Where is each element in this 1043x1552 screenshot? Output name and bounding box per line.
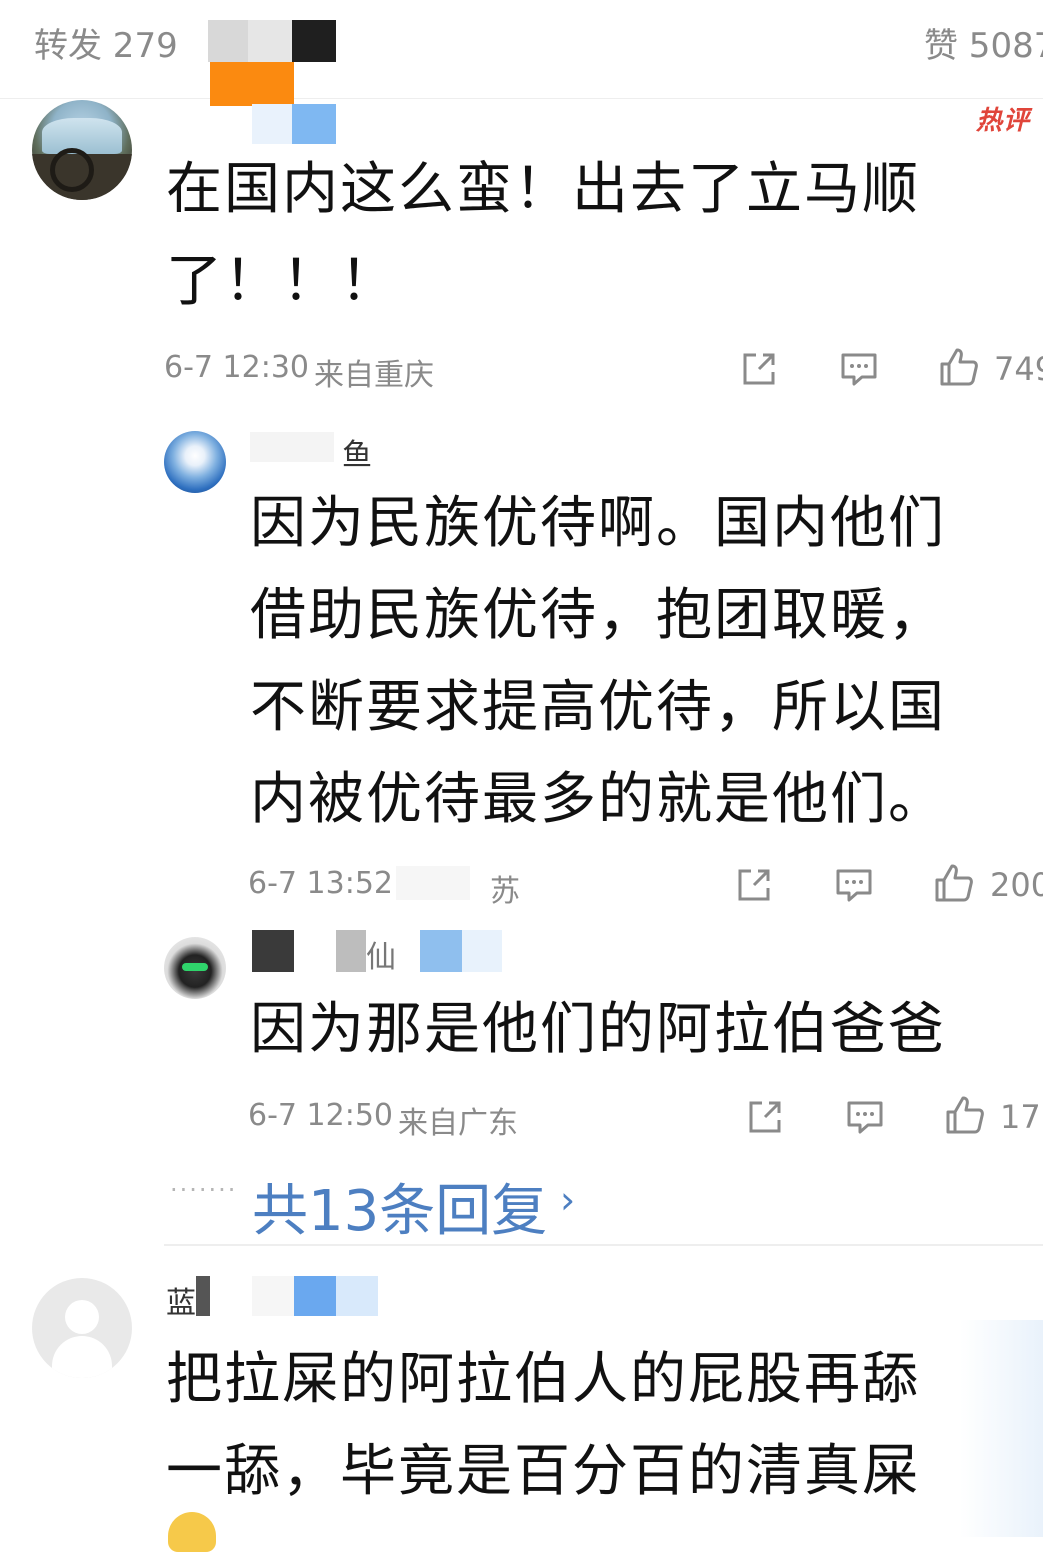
censored-block — [248, 20, 292, 62]
comment-text-line: 不断要求提高优待，所以国 — [250, 675, 946, 740]
censored-block — [396, 866, 470, 900]
comment-location: 苏 — [490, 874, 520, 909]
stats-bar: 转发 279 赞 5087 — [0, 0, 1043, 106]
thumbs-up-icon[interactable] — [944, 1094, 986, 1136]
avatar[interactable] — [32, 1278, 132, 1378]
censored-block — [252, 930, 294, 972]
username[interactable]: 仙 — [366, 932, 396, 976]
comment-time: 6-7 12:30 — [164, 350, 309, 385]
chevron-right-icon[interactable]: › — [560, 1178, 575, 1222]
censored-block — [252, 104, 292, 144]
comment-text-line: 借助民族优待，抱团取暖， — [250, 583, 946, 648]
comment-text-line: 把拉屎的阿拉伯人的屁股再舔 — [166, 1347, 920, 1412]
like-total[interactable]: 赞 5087 — [924, 18, 1043, 67]
comment-text-line: 在国内这么蛮！出去了立马顺 — [166, 157, 920, 222]
share-icon[interactable] — [740, 350, 778, 388]
comment-text-line: 了！！！ — [166, 249, 398, 314]
comment-text-line: 一舔，毕竟是百分百的清真屎 — [166, 1439, 920, 1504]
censored-block — [294, 1276, 336, 1316]
censored-block — [208, 20, 248, 62]
censored-block — [462, 930, 502, 972]
like-count: 176 — [1000, 1098, 1043, 1136]
avatar-body-silhouette — [52, 1336, 112, 1378]
username[interactable]: 蓝 — [166, 1278, 196, 1322]
share-icon[interactable] — [746, 1098, 784, 1136]
comment-location: 来自广东 — [398, 1106, 518, 1141]
comment-icon[interactable] — [840, 350, 878, 388]
censored-block — [252, 1276, 294, 1316]
comment-location: 来自重庆 — [314, 358, 434, 393]
comment-text-line: 因为民族优待啊。国内他们 — [250, 491, 946, 556]
thread-dots: ······· — [170, 1176, 238, 1204]
username[interactable]: 鱼 — [342, 430, 372, 474]
censored-block — [420, 930, 462, 972]
comment-time: 6-7 13:52 — [248, 866, 393, 901]
comment-text-line: 因为那是他们的阿拉伯爸爸 — [250, 997, 946, 1062]
censored-block — [196, 1276, 210, 1316]
like-count: 749 — [994, 350, 1043, 388]
comment-text-line: 内被优待最多的就是他们。 — [250, 767, 946, 832]
comment-highlight — [960, 1320, 1043, 1537]
avatar[interactable] — [32, 100, 132, 200]
comment-icon[interactable] — [846, 1098, 884, 1136]
comment-icon[interactable] — [835, 866, 873, 904]
avatar-visor — [182, 963, 208, 971]
censored-block — [336, 1276, 378, 1316]
censored-block — [210, 62, 294, 106]
avatar-windshield — [42, 118, 122, 154]
avatar[interactable] — [164, 431, 226, 493]
avatar-head-silhouette — [65, 1300, 99, 1334]
censored-block — [250, 432, 334, 462]
share-icon[interactable] — [735, 866, 773, 904]
censored-block — [292, 20, 336, 62]
view-replies-link[interactable]: 共13条回复 — [252, 1166, 547, 1247]
thumbs-up-icon[interactable] — [933, 862, 975, 904]
comment-divider — [164, 1244, 1043, 1246]
emoji-icon — [168, 1512, 216, 1552]
avatar-steering-wheel — [50, 148, 94, 192]
hot-comment-badge: 热评 — [976, 106, 1031, 136]
avatar[interactable] — [164, 937, 226, 999]
comment-time: 6-7 12:50 — [248, 1098, 393, 1133]
repost-count[interactable]: 转发 279 — [34, 18, 178, 67]
censored-block — [292, 104, 336, 144]
censored-block — [336, 930, 366, 972]
like-count: 200 — [990, 866, 1043, 904]
thumbs-up-icon[interactable] — [938, 346, 980, 388]
